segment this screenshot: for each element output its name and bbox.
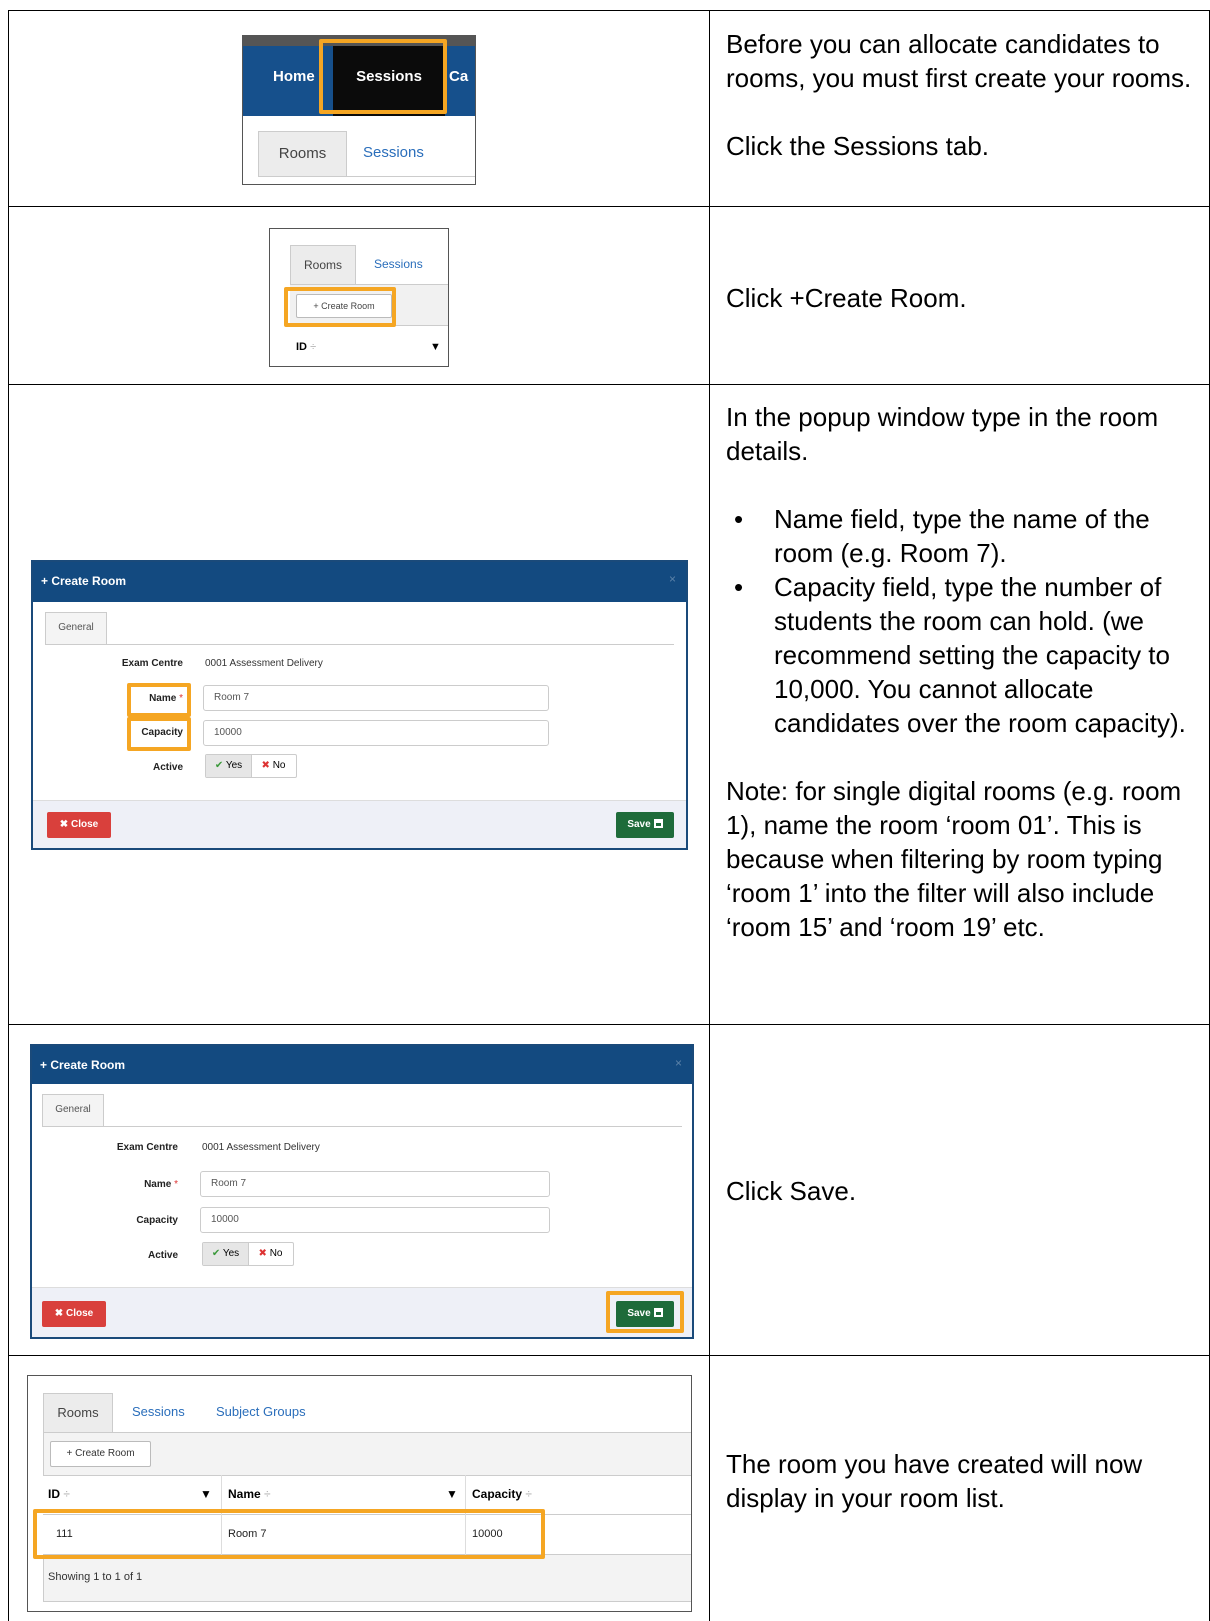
nav-partial-link[interactable]: Ca — [449, 68, 468, 85]
close-icon[interactable]: × — [669, 572, 676, 586]
create-room-button[interactable]: + Create Room — [296, 294, 392, 318]
exam-centre-label: Exam Centre — [116, 1142, 178, 1153]
sort-icon: ÷ — [310, 341, 317, 353]
active-no-option[interactable]: ✖ No — [251, 755, 296, 777]
active-toggle[interactable]: ✔ Yes ✖ No — [205, 754, 297, 778]
active-yes-option[interactable]: ✔ Yes — [206, 755, 252, 777]
name-field[interactable]: Room 7 — [200, 1171, 550, 1197]
filter-icon[interactable]: ▼ — [430, 341, 441, 353]
close-x-icon: ✖ — [59, 819, 69, 830]
table-header-id: ID ÷ — [296, 341, 317, 353]
tab-general[interactable]: General — [45, 612, 107, 644]
table-border — [8, 1024, 1210, 1025]
step-2-instructions: Click +Create Room. — [726, 281, 1204, 315]
name-field[interactable]: Room 7 — [203, 685, 549, 711]
save-button[interactable]: Save — [616, 812, 674, 838]
step-3-instructions: In the popup window type in the room det… — [726, 400, 1204, 944]
table-border — [8, 10, 9, 1621]
tab-sessions[interactable]: Sessions — [363, 131, 424, 175]
capacity-field[interactable]: 10000 — [200, 1207, 550, 1233]
sort-icon: ÷ — [264, 1487, 271, 1501]
step-5-instructions: The room you have created will now displ… — [726, 1447, 1204, 1515]
active-yes-option[interactable]: ✔ Yes — [203, 1243, 249, 1265]
close-icon[interactable]: × — [675, 1056, 682, 1070]
nav-sessions-link[interactable]: Sessions — [333, 46, 445, 116]
step-4-instructions: Click Save. — [726, 1174, 1204, 1208]
tab-rooms[interactable]: Rooms — [258, 131, 347, 177]
tab-rooms[interactable]: Rooms — [290, 245, 356, 285]
floppy-disk-icon — [653, 819, 663, 828]
tab-sessions[interactable]: Sessions — [374, 245, 423, 283]
modal-title: + Create Room — [32, 1046, 692, 1084]
exam-centre-value: 0001 Assessment Delivery — [202, 1142, 320, 1153]
exam-centre-value: 0001 Assessment Delivery — [205, 658, 323, 669]
close-x-icon: ✖ — [54, 1308, 64, 1319]
name-label: Name * — [144, 1179, 178, 1190]
step-5-paragraph: The room you have created will now displ… — [726, 1449, 1143, 1513]
create-room-button[interactable]: + Create Room — [50, 1441, 151, 1467]
step-2-paragraph: Click +Create Room. — [726, 283, 967, 313]
capacity-field[interactable]: 10000 — [203, 720, 549, 746]
table-row[interactable] — [43, 1515, 691, 1555]
sort-icon: ÷ — [63, 1487, 70, 1501]
filter-icon[interactable]: ▼ — [200, 1487, 212, 1501]
table-border — [8, 1355, 1210, 1356]
step-1-paragraph: Before you can allocate candidates to ro… — [726, 29, 1192, 93]
capacity-label: Capacity — [136, 1215, 178, 1226]
active-toggle[interactable]: ✔ Yes ✖ No — [202, 1242, 294, 1266]
step-4-paragraph: Click Save. — [726, 1176, 857, 1206]
table-border — [8, 384, 1210, 385]
create-room-modal-screenshot: + Create Room × General Exam Centre 0001… — [31, 560, 688, 850]
table-header — [43, 1475, 691, 1515]
list-item: Name field, type the name of the room (e… — [734, 502, 1204, 570]
list-item: Capacity field, type the number of stude… — [734, 570, 1204, 740]
name-label: Name * — [149, 693, 183, 704]
table-border — [8, 206, 1210, 207]
save-button[interactable]: Save — [616, 1301, 674, 1327]
nav-screenshot: Home Sessions Ca Rooms Sessions — [242, 35, 476, 185]
step-3-intro: In the popup window type in the room det… — [726, 402, 1159, 466]
table-border — [8, 10, 1210, 11]
active-label: Active — [152, 762, 183, 773]
step-3-note: Note: for single digital rooms (e.g. roo… — [726, 776, 1182, 942]
floppy-disk-icon — [653, 1308, 663, 1317]
step-1-paragraph: Click the Sessions tab. — [726, 131, 990, 161]
step-3-bullets: Name field, type the name of the room (e… — [726, 502, 1204, 740]
tab-sessions[interactable]: Sessions — [132, 1393, 185, 1431]
create-room-screenshot: Rooms Sessions + Create Room ID ÷ ▼ — [269, 228, 449, 367]
create-room-save-screenshot: + Create Room × General Exam Centre 0001… — [30, 1044, 694, 1339]
nav-home-link[interactable]: Home — [273, 68, 315, 85]
close-button[interactable]: ✖ Close — [42, 1301, 106, 1327]
step-1-instructions: Before you can allocate candidates to ro… — [726, 27, 1204, 163]
column-header-name[interactable]: Name ÷ — [228, 1487, 271, 1501]
check-icon: ✔ — [211, 1248, 221, 1259]
table-border — [709, 10, 710, 1621]
column-header-capacity[interactable]: Capacity ÷ — [472, 1487, 532, 1501]
cell-id: 111 — [56, 1528, 73, 1540]
capacity-label: Capacity — [141, 727, 183, 738]
column-header-id[interactable]: ID ÷ — [48, 1487, 70, 1501]
room-list-screenshot: Rooms Sessions Subject Groups + Create R… — [27, 1375, 692, 1612]
exam-centre-label: Exam Centre — [121, 658, 183, 669]
close-button[interactable]: ✖ Close — [47, 812, 111, 838]
modal-title: + Create Room — [33, 562, 686, 602]
active-label: Active — [147, 1250, 178, 1261]
tab-subject-groups[interactable]: Subject Groups — [216, 1393, 306, 1431]
cell-capacity: 10000 — [472, 1528, 503, 1540]
tab-rooms[interactable]: Rooms — [43, 1393, 113, 1433]
filter-icon[interactable]: ▼ — [446, 1487, 458, 1501]
tab-general[interactable]: General — [42, 1094, 104, 1126]
active-no-option[interactable]: ✖ No — [248, 1243, 293, 1265]
sort-icon: ÷ — [525, 1487, 532, 1501]
cross-icon: ✖ — [261, 760, 270, 771]
cell-name: Room 7 — [228, 1528, 267, 1540]
cross-icon: ✖ — [258, 1248, 267, 1259]
check-icon: ✔ — [214, 760, 224, 771]
pagination-info: Showing 1 to 1 of 1 — [48, 1571, 143, 1583]
